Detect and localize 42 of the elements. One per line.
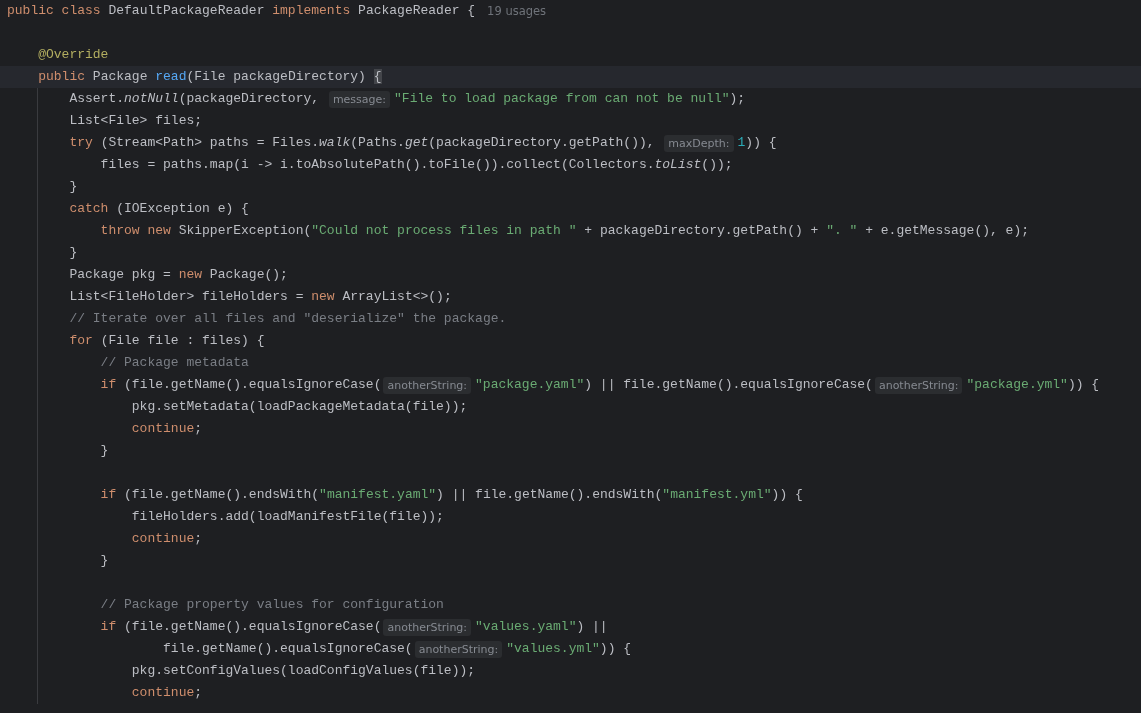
code-text: continue; — [130, 530, 203, 548]
code-text: // Package property values for configuration — [99, 596, 444, 614]
code-text: fileHolders.add(loadManifestFile(file)); — [130, 508, 444, 526]
code-text: 1)) { — [737, 134, 777, 152]
code-text: if (file.getName().equalsIgnoreCase( — [99, 376, 382, 394]
code-text: if (file.getName().endsWith("manifest.yaml") || file.getName().endsWith("manifest.yml")) { — [99, 486, 803, 504]
code-text: "File to load package from can not be null"); — [394, 90, 746, 108]
code-text: try (Stream<Path> paths = Files.walk(Paths.get(packageDirectory.getPath()), — [68, 134, 656, 152]
parameter-hint: message: — [328, 90, 391, 108]
code-text: catch (IOException e) { — [68, 200, 249, 218]
code-text: throw new SkipperException("Could not process files in path " + packageDirectory.getPath() + ". " + e.getMessage(), e); — [99, 222, 1029, 240]
parameter-hint: anotherString: — [874, 376, 963, 394]
code-text: Assert.notNull(packageDirectory, — [68, 90, 321, 108]
code-text: "values.yml")) { — [506, 640, 632, 658]
code-text: } — [68, 178, 78, 196]
code-text: continue; — [130, 684, 203, 702]
code-text: "package.yml")) { — [966, 376, 1100, 394]
code-text: pkg.setMetadata(loadPackageMetadata(file)); — [130, 398, 468, 416]
parameter-hint: anotherString: — [383, 376, 472, 394]
code-text: List<FileHolder> fileHolders = new ArrayList<>(); — [68, 288, 452, 306]
usages-link[interactable]: 19 usages — [487, 0, 547, 22]
code-text: // Iterate over all files and "deserialize" the package. — [68, 310, 507, 328]
code-text: } — [99, 552, 109, 570]
code-text: continue; — [130, 420, 203, 438]
code-text: files = paths.map(i -> i.toAbsolutePath().toFile()).collect(Collectors.toList()); — [99, 156, 733, 174]
code-text: if (file.getName().equalsIgnoreCase( — [99, 618, 382, 636]
parameter-hint: anotherString: — [383, 618, 472, 636]
code-text: @Override — [37, 46, 109, 64]
code-text: public Package read(File packageDirectory) { — [37, 68, 382, 86]
code-text: pkg.setConfigValues(loadConfigValues(file)); — [130, 662, 476, 680]
code-text: } — [99, 442, 109, 460]
code-text: public class DefaultPackageReader implements PackageReader { — [7, 2, 476, 20]
code-text: "values.yaml") || — [475, 618, 608, 636]
code-text: List<File> files; — [68, 112, 203, 130]
code-text: // Package metadata — [99, 354, 249, 372]
code-text: for (File file : files) { — [68, 332, 265, 350]
code-text: } — [68, 244, 78, 262]
parameter-hint: anotherString: — [414, 640, 503, 658]
code-text: Package pkg = new Package(); — [68, 266, 288, 284]
parameter-hint: maxDepth: — [664, 134, 734, 152]
code-text: file.getName().equalsIgnoreCase( — [162, 640, 413, 658]
code-text: "package.yaml") || file.getName().equalsIgnoreCase( — [475, 376, 873, 394]
